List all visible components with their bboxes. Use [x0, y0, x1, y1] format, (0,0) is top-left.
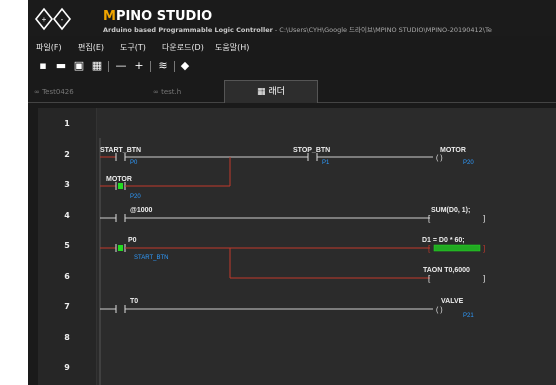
- function-bracket-right: ]: [483, 214, 485, 223]
- new-file-icon[interactable]: ▪: [36, 59, 50, 73]
- tab-bar: ∞ Test0426 ∞ test.h ▦ 래더: [28, 80, 556, 103]
- tab-label: test.h: [161, 88, 182, 96]
- toolbar-separator: [150, 61, 151, 72]
- app-subtitle: Arduino based Programmable Logic Control…: [103, 24, 556, 34]
- tag-icon[interactable]: ◆: [178, 59, 192, 73]
- menu-edit[interactable]: 편집(E): [78, 42, 104, 53]
- open-folder-icon[interactable]: ▬: [54, 59, 68, 73]
- mpino-logo-icon: + -: [34, 7, 72, 31]
- coil-label: VALVE: [441, 298, 464, 305]
- function-bracket-left: [: [428, 244, 431, 253]
- app-title: MPINO STUDIO: [103, 9, 212, 24]
- svg-text:+: +: [42, 15, 47, 24]
- function-label: SUM(D0, 1);: [431, 207, 470, 214]
- contact-label: START_BTN: [100, 147, 141, 154]
- coil-label: MOTOR: [440, 147, 466, 154]
- infinity-icon: ∞: [34, 88, 40, 96]
- menu-bar: 파일(F) 편집(E) 도구(T) 다운로드(D) 도움말(H): [28, 42, 556, 56]
- title-bar: + - MPINO STUDIO Arduino based Programma…: [28, 0, 556, 36]
- app-title-initial: M: [103, 9, 116, 24]
- tab-test-h[interactable]: ∞ test.h: [153, 82, 233, 102]
- coil-address: P21: [463, 313, 474, 319]
- contact-address: P0: [130, 160, 138, 166]
- app-title-rest: PINO STUDIO: [115, 9, 213, 24]
- save-icon[interactable]: ▣: [72, 59, 86, 73]
- function-label: D1 = D0 * 60;: [422, 237, 465, 244]
- contact-address: P1: [322, 160, 330, 166]
- ladder-diagram: START_BTN P0 STOP_BTN P1 MOTOR ( ) P20 M…: [99, 138, 485, 385]
- app-subtitle-path: - C:\Users\CYH\Google 드라이브\MPINO STUDIO\…: [272, 26, 492, 34]
- contact-label: STOP_BTN: [293, 147, 330, 154]
- contact-label: P0: [128, 237, 137, 244]
- coil-symbol: ( ): [436, 155, 443, 162]
- tab-label: 래더: [268, 87, 285, 97]
- function-bracket-right: ]: [483, 274, 485, 283]
- save-all-icon[interactable]: ▦: [90, 59, 104, 73]
- tab-label: Test0426: [42, 88, 74, 96]
- contact-label: MOTOR: [106, 176, 132, 183]
- contact-label: @1000: [130, 207, 153, 214]
- menu-file[interactable]: 파일(F): [36, 42, 62, 53]
- tab-ladder[interactable]: ▦ 래더: [224, 80, 318, 103]
- infinity-icon: ∞: [153, 88, 159, 96]
- toolbar-separator: [108, 61, 109, 72]
- minus-icon[interactable]: —: [114, 59, 128, 73]
- function-bracket-left: [: [428, 214, 431, 223]
- coil-symbol: ( ): [436, 307, 443, 314]
- coil-address: P20: [463, 160, 474, 166]
- contact-address: START_BTN: [134, 255, 168, 261]
- menu-tools[interactable]: 도구(T): [120, 42, 146, 53]
- tab-test0426[interactable]: ∞ Test0426: [34, 82, 124, 102]
- toolbar: ▪ ▬ ▣ ▦ — + ≋ ◆: [28, 59, 556, 75]
- contact-address: P20: [130, 194, 141, 200]
- app-window: + - MPINO STUDIO Arduino based Programma…: [28, 0, 556, 385]
- contact-label: T0: [130, 298, 138, 305]
- ladder-icon: ▦: [257, 87, 266, 97]
- active-contact-indicator: [118, 245, 123, 251]
- svg-text:-: -: [61, 15, 64, 24]
- menu-help[interactable]: 도움말(H): [215, 42, 249, 53]
- active-function-indicator: [433, 244, 481, 252]
- menu-download[interactable]: 다운로드(D): [162, 42, 204, 53]
- function-bracket-left: [: [428, 274, 431, 283]
- app-subtitle-description: Arduino based Programmable Logic Control…: [103, 26, 273, 34]
- toolbar-separator: [174, 61, 175, 72]
- function-label: TAON T0,6000: [423, 267, 470, 274]
- ladder-editor[interactable]: 1 2 3 4 5 6 7 8 9 START_BTN P0 STOP_BTN …: [38, 108, 556, 385]
- active-contact-indicator: [118, 183, 123, 189]
- compile-icon[interactable]: ≋: [156, 59, 170, 73]
- left-panel-strip: [0, 0, 28, 385]
- function-bracket-right: ]: [483, 244, 485, 253]
- plus-icon[interactable]: +: [132, 59, 146, 73]
